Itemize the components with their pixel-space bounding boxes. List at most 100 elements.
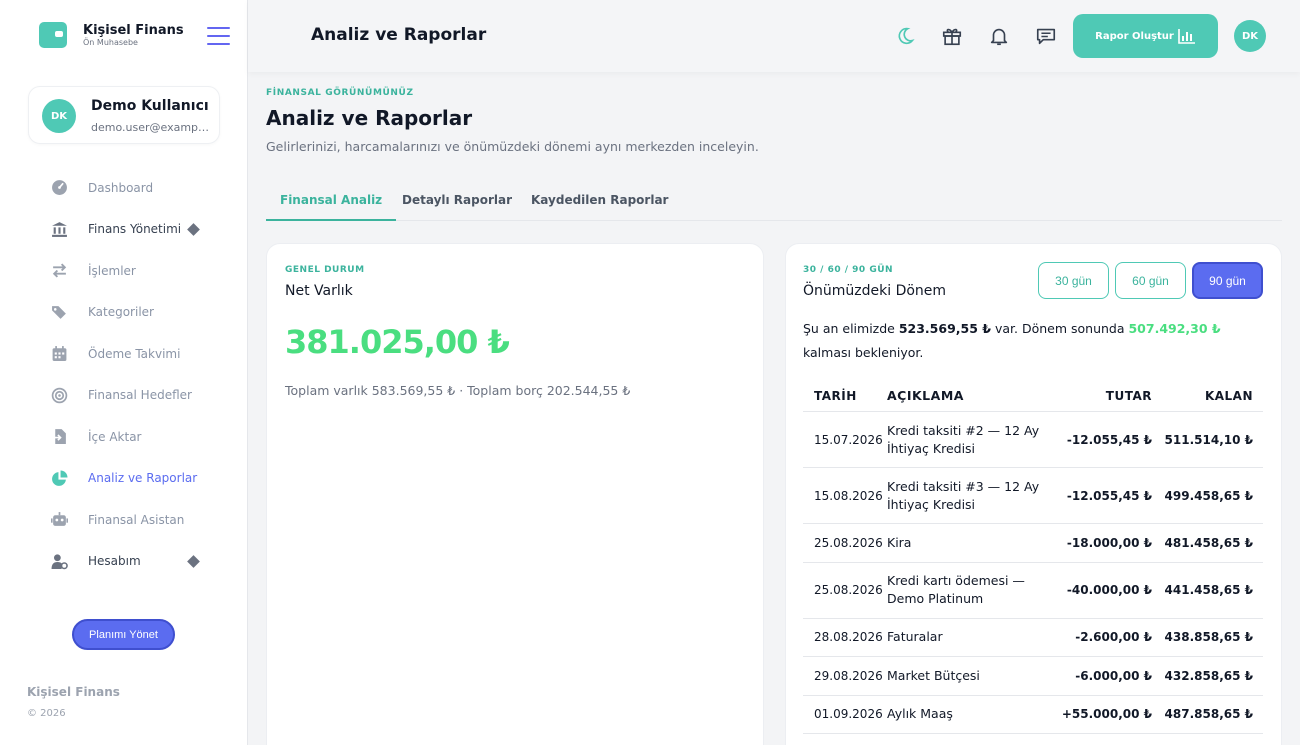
period-summary: Şu an elimizde 523.569,55 ₺ var. Dönem s… bbox=[803, 321, 1221, 360]
pie-chart-icon bbox=[50, 470, 68, 486]
bell-icon[interactable] bbox=[987, 24, 1011, 48]
sidebar-item-financial-assistant[interactable]: Finansal Asistan bbox=[0, 499, 248, 541]
brand[interactable]: Kişisel Finans Ön Muhasebe bbox=[39, 22, 184, 48]
row-description: Kredi taksiti #3 — 12 Ay İhtiyaç Kredisi bbox=[887, 478, 1040, 512]
sidebar-item-label: İçe Aktar bbox=[88, 429, 142, 444]
row-date: 25.08.2026 bbox=[814, 535, 883, 550]
row-description: Kredi kartı ödemesi — Demo Platinum bbox=[887, 573, 1025, 606]
page-title: Analiz ve Raporlar bbox=[266, 106, 473, 130]
row-remaining: 511.514,10 ₺ bbox=[1164, 432, 1253, 447]
row-date: 15.08.2026 bbox=[814, 488, 883, 503]
row-date: 25.08.2026 bbox=[814, 583, 883, 597]
row-date: 28.08.2026 bbox=[814, 630, 883, 645]
calendar-icon bbox=[50, 346, 68, 362]
footer-copyright: © 2026 bbox=[27, 708, 66, 719]
row-amount: -12.055,45 ₺ bbox=[1066, 432, 1152, 447]
sidebar-item-finance-management[interactable]: Finans Yönetimi bbox=[0, 209, 248, 251]
row-remaining: 438.858,65 ₺ bbox=[1164, 630, 1253, 645]
sidebar-item-categories[interactable]: Kategoriler bbox=[0, 292, 248, 334]
period-90-button[interactable]: 90 gün bbox=[1192, 262, 1263, 299]
manage-plan-button[interactable]: Planımı Yönet bbox=[72, 619, 175, 650]
table-row[interactable]: 15.07.2026 Kredi taksiti #2 — 12 Ay İhti… bbox=[803, 412, 1263, 468]
table-row[interactable]: 25.08.2026 Kredi kartı ödemesi — Demo Pl… bbox=[803, 563, 1263, 619]
tab-saved-reports[interactable]: Kaydedilen Raporlar bbox=[531, 180, 668, 220]
sidebar-item-label: Analiz ve Raporlar bbox=[88, 471, 198, 486]
table-row[interactable]: 28.08.2026 Faturalar -2.600,00 ₺ 438.858… bbox=[803, 619, 1263, 657]
table-row[interactable]: 01.09.2026 Aylık Maaş +55.000,00 ₺ 487.8… bbox=[803, 696, 1263, 734]
row-amount: -6.000,00 ₺ bbox=[1075, 668, 1152, 683]
row-amount: -12.055,45 ₺ bbox=[1066, 488, 1152, 503]
sidebar-item-dashboard[interactable]: Dashboard bbox=[0, 167, 248, 209]
user-card[interactable]: DK Demo Kullanıcı demo.user@example.com bbox=[28, 86, 220, 144]
column-header-remaining: KALAN bbox=[1204, 388, 1253, 403]
create-report-label: Rapor Oluştur bbox=[1095, 30, 1174, 42]
net-worth-value: 381.025,00 ₺ bbox=[285, 323, 510, 361]
row-description: Kredi taksiti #2 — 12 Ay İhtiyaç Kredisi bbox=[887, 422, 1040, 456]
robot-icon bbox=[50, 512, 68, 528]
table-row[interactable]: 15.08.2026 Kredi taksiti #3 — 12 Ay İhti… bbox=[803, 468, 1263, 524]
column-header-date: TARİH bbox=[814, 388, 857, 403]
row-remaining: 432.858,65 ₺ bbox=[1164, 668, 1253, 683]
net-worth-card: GENEL DURUM Net Varlık 381.025,00 ₺ Topl… bbox=[266, 243, 764, 745]
topbar-avatar[interactable]: DK bbox=[1234, 20, 1266, 52]
row-remaining: 499.458,65 ₺ bbox=[1164, 488, 1253, 503]
row-description: Faturalar bbox=[887, 629, 943, 645]
current-balance: 523.569,55 ₺ bbox=[898, 321, 991, 336]
row-date: 01.09.2026 bbox=[814, 707, 883, 722]
sidebar-item-analysis-reports[interactable]: Analiz ve Raporlar bbox=[0, 458, 248, 500]
sidebar-item-label: Finansal Asistan bbox=[88, 512, 185, 527]
row-amount: +55.000,00 ₺ bbox=[1061, 707, 1152, 722]
row-amount: -40.000,00 ₺ bbox=[1066, 583, 1152, 597]
wallet-icon bbox=[39, 22, 67, 48]
create-report-button[interactable]: Rapor Oluştur bbox=[1073, 14, 1218, 58]
menu-toggle-icon[interactable] bbox=[207, 27, 230, 45]
tab-detailed-reports[interactable]: Detaylı Raporlar bbox=[402, 180, 512, 220]
tab-bar: Finansal Analiz Detaylı Raporlar Kaydedi… bbox=[266, 180, 1282, 221]
arrows-exchange-icon bbox=[50, 263, 68, 279]
target-icon bbox=[50, 387, 68, 404]
row-date: 15.07.2026 bbox=[814, 432, 883, 447]
sidebar-item-label: Kategoriler bbox=[88, 305, 154, 320]
period-30-button[interactable]: 30 gün bbox=[1038, 262, 1109, 299]
table-header: TARİH AÇIKLAMA TUTAR KALAN bbox=[803, 380, 1263, 412]
gift-icon[interactable] bbox=[940, 24, 964, 48]
page-subtitle: Gelirlerinizi, harcamalarınızı ve önümüz… bbox=[266, 139, 759, 154]
row-description: Aylık Maaş bbox=[887, 706, 953, 722]
projected-balance: 507.492,30 ₺ bbox=[1128, 321, 1221, 336]
row-remaining: 441.458,65 ₺ bbox=[1164, 583, 1253, 597]
table-row[interactable]: 29.08.2026 Market Bütçesi -6.000,00 ₺ 43… bbox=[803, 657, 1263, 696]
chat-icon[interactable] bbox=[1034, 24, 1058, 48]
sidebar-item-label: Ödeme Takvimi bbox=[88, 346, 181, 361]
period-selector: 30 gün 60 gün 90 gün bbox=[1038, 262, 1263, 299]
row-description: Kira bbox=[887, 534, 912, 550]
sidebar-item-transactions[interactable]: İşlemler bbox=[0, 250, 248, 292]
sidebar-item-label: İşlemler bbox=[88, 263, 136, 278]
bank-icon bbox=[50, 221, 68, 237]
column-header-description: AÇIKLAMA bbox=[887, 387, 964, 403]
sidebar-item-payment-calendar[interactable]: Ödeme Takvimi bbox=[0, 333, 248, 375]
tab-financial-analysis[interactable]: Finansal Analiz bbox=[266, 180, 397, 221]
sidebar-item-account[interactable]: Hesabım bbox=[0, 541, 248, 583]
brand-title: Kişisel Finans bbox=[83, 22, 184, 38]
footer-title: Kişisel Finans bbox=[27, 685, 120, 699]
user-name: Demo Kullanıcı bbox=[91, 98, 209, 114]
table-row[interactable]: 25.08.2026 Kira -18.000,00 ₺ 481.458,65 … bbox=[803, 524, 1263, 563]
row-remaining: 481.458,65 ₺ bbox=[1164, 535, 1253, 550]
submenu-indicator-icon bbox=[187, 222, 200, 236]
sidebar: Kişisel Finans Ön Muhasebe DK Demo Kulla… bbox=[0, 0, 248, 745]
net-worth-detail: Toplam varlık 583.569,55 ₺ · Toplam borç… bbox=[285, 383, 631, 398]
brand-subtitle: Ön Muhasebe bbox=[83, 37, 138, 47]
upcoming-period-card: 30 / 60 / 90 GÜN Önümüzdeki Dönem 30 gün… bbox=[785, 243, 1282, 745]
row-description: Market Bütçesi bbox=[887, 667, 980, 683]
user-email: demo.user@example.com bbox=[91, 121, 211, 134]
upcoming-table: TARİH AÇIKLAMA TUTAR KALAN 15.07.2026 Kr… bbox=[803, 380, 1263, 734]
user-cog-icon bbox=[50, 553, 68, 570]
sidebar-item-financial-goals[interactable]: Finansal Hedefler bbox=[0, 375, 248, 417]
sidebar-item-import[interactable]: İçe Aktar bbox=[0, 416, 248, 458]
card-title: Önümüzdeki Dönem bbox=[803, 283, 947, 299]
page-eyebrow: FİNANSAL GÖRÜNÜMÜNÜZ bbox=[266, 88, 414, 98]
avatar: DK bbox=[42, 99, 76, 133]
period-60-button[interactable]: 60 gün bbox=[1115, 262, 1186, 299]
moon-icon[interactable] bbox=[893, 24, 917, 48]
sidebar-item-label: Hesabım bbox=[88, 554, 141, 569]
